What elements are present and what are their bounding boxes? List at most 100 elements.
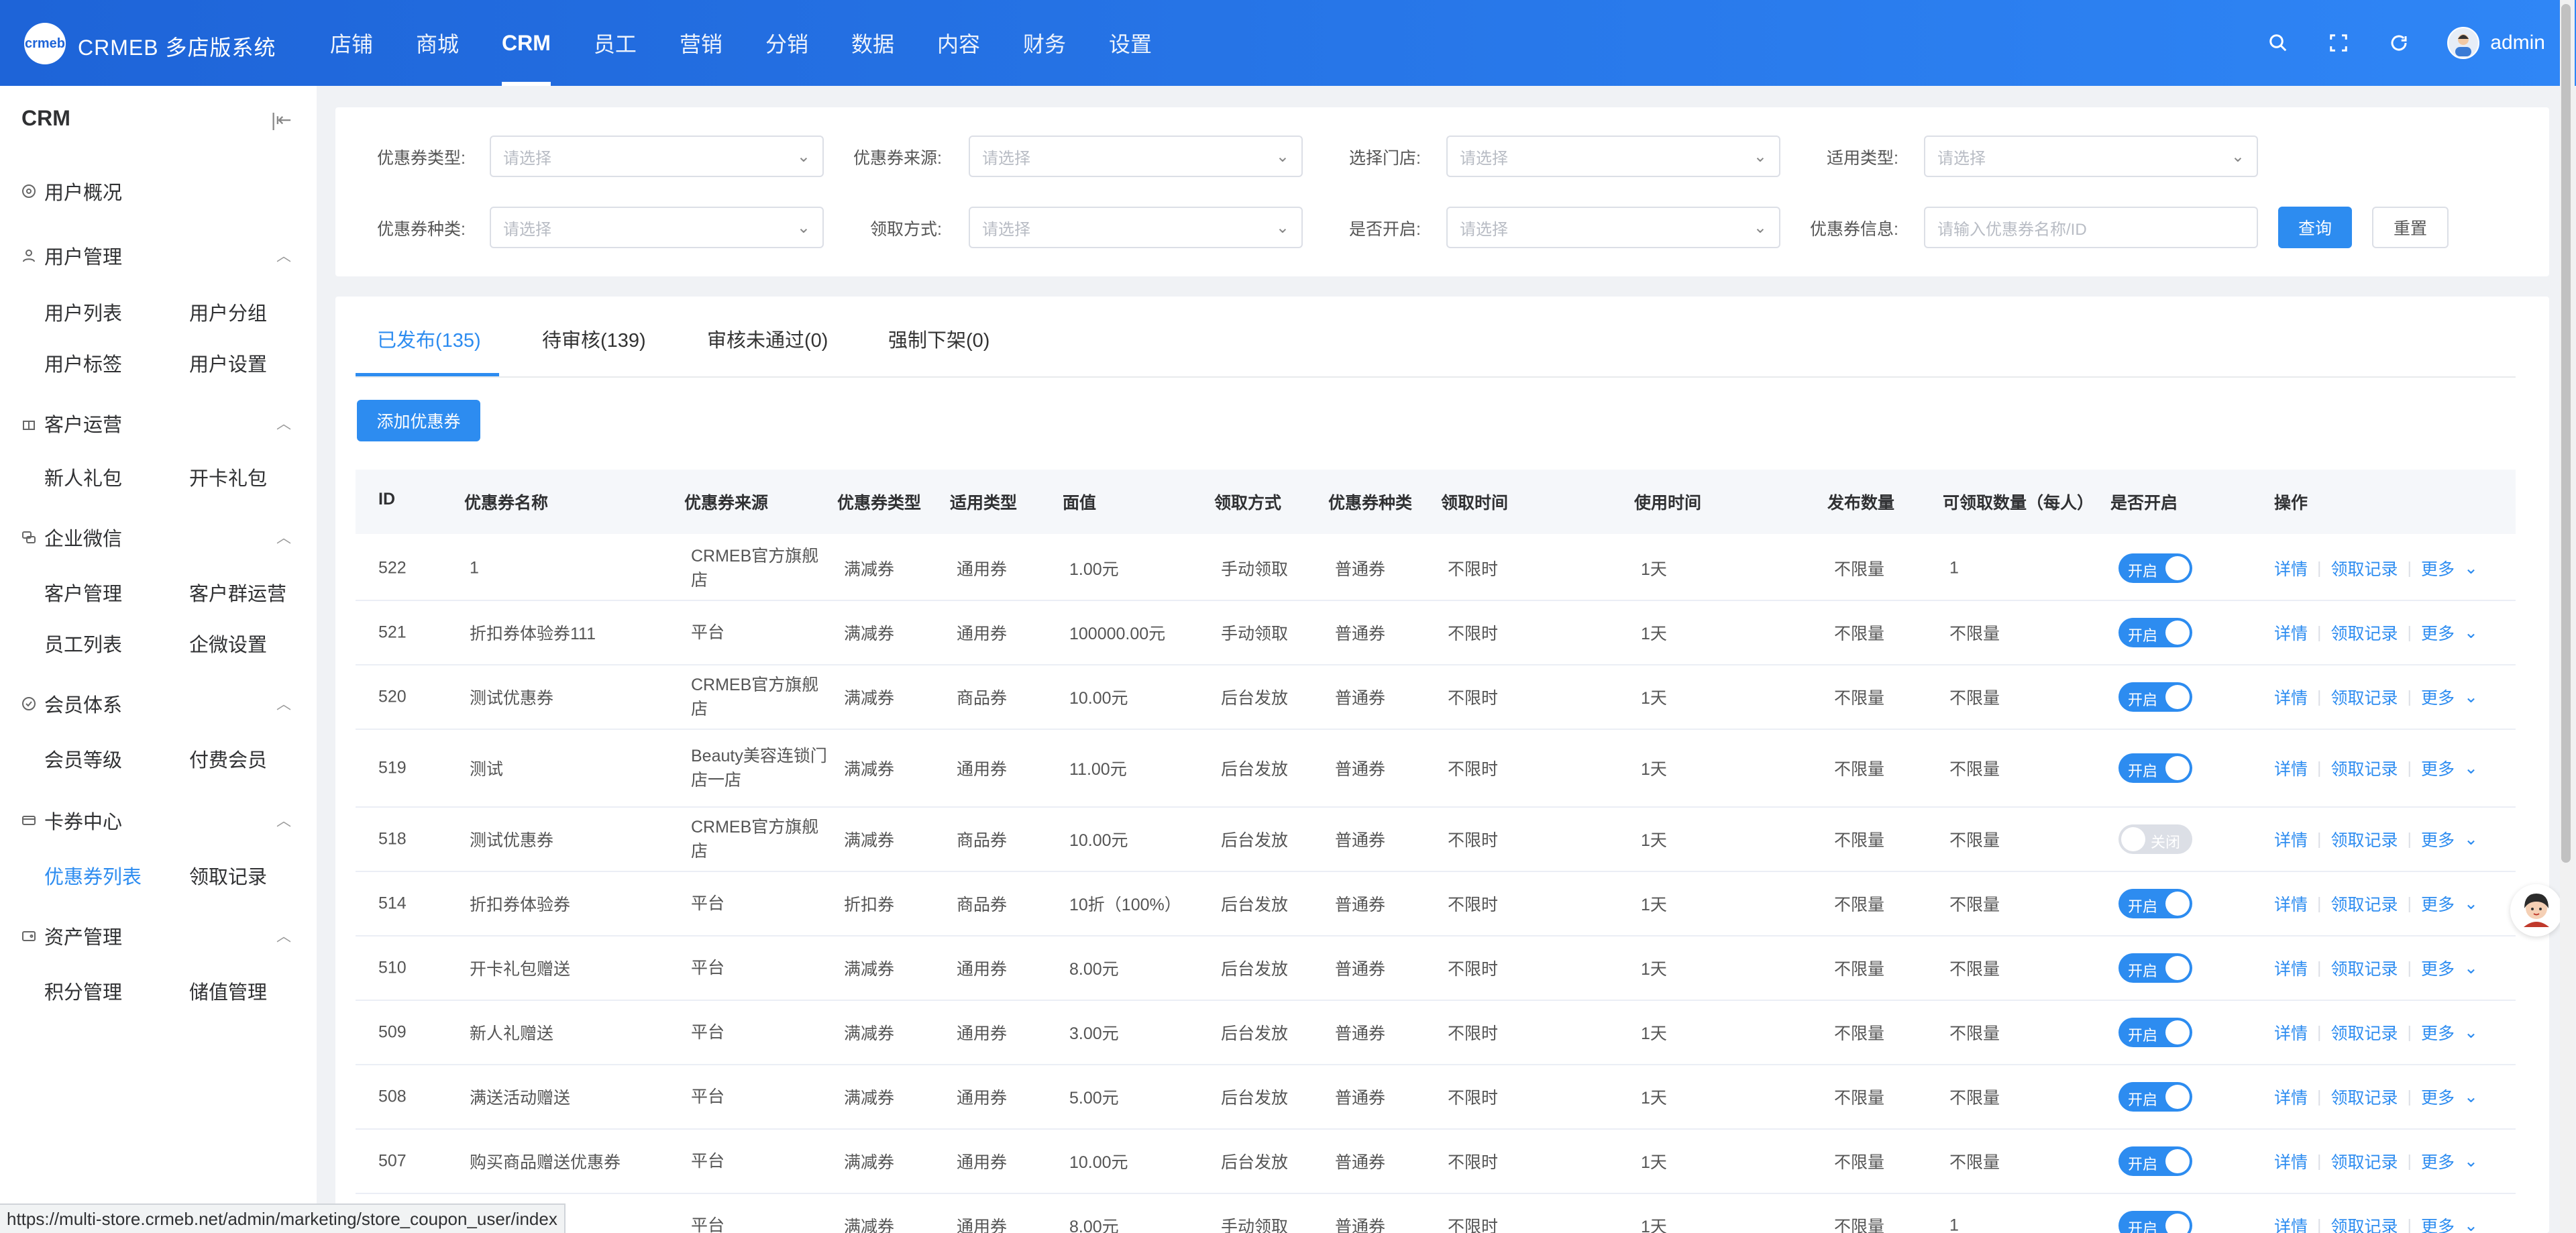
enabled-toggle[interactable]: 开启 xyxy=(2118,682,2192,712)
enabled-toggle[interactable]: 开启 xyxy=(2118,753,2192,783)
chevron-down-icon[interactable]: ⌄ xyxy=(2464,623,2478,643)
user-menu[interactable]: admin xyxy=(2447,27,2545,59)
receive-record-link[interactable]: 领取记录 xyxy=(2331,621,2398,645)
chevron-down-icon[interactable]: ⌄ xyxy=(2464,1087,2478,1107)
chevron-down-icon[interactable]: ⌄ xyxy=(2464,1216,2478,1233)
nav-settings[interactable]: 设置 xyxy=(1087,0,1173,86)
coupon-kind-select[interactable]: 请选择 ⌄ xyxy=(490,207,824,248)
sidebar-item-customer-mgmt[interactable]: 客户管理 xyxy=(44,578,122,606)
chevron-down-icon[interactable]: ⌄ xyxy=(2464,758,2478,778)
more-dropdown[interactable]: 更多 xyxy=(2421,1214,2455,1233)
nav-mall[interactable]: 商城 xyxy=(394,0,480,86)
chevron-down-icon[interactable]: ⌄ xyxy=(2464,894,2478,914)
nav-marketing[interactable]: 营销 xyxy=(658,0,744,86)
chevron-up-icon[interactable]: ︿ xyxy=(276,244,291,266)
more-dropdown[interactable]: 更多 xyxy=(2421,1149,2455,1173)
sidebar-item-new-gift[interactable]: 新人礼包 xyxy=(44,463,122,491)
nav-store[interactable]: 店铺 xyxy=(309,0,394,86)
receive-record-link[interactable]: 领取记录 xyxy=(2331,685,2398,709)
more-dropdown[interactable]: 更多 xyxy=(2421,1020,2455,1044)
receive-record-link[interactable]: 领取记录 xyxy=(2331,556,2398,580)
chevron-up-icon[interactable]: ︿ xyxy=(276,412,291,433)
more-dropdown[interactable]: 更多 xyxy=(2421,1085,2455,1109)
enabled-toggle[interactable]: 开启 xyxy=(2118,953,2192,983)
brand-logo[interactable]: crmeb xyxy=(24,23,66,64)
nav-data[interactable]: 数据 xyxy=(830,0,916,86)
sidebar-item-stored-value[interactable]: 储值管理 xyxy=(189,977,267,1005)
detail-link[interactable]: 详情 xyxy=(2274,685,2308,709)
receive-method-select[interactable]: 请选择 ⌄ xyxy=(969,207,1303,248)
more-dropdown[interactable]: 更多 xyxy=(2421,685,2455,709)
enabled-toggle[interactable]: 开启 xyxy=(2118,1082,2192,1112)
chevron-up-icon[interactable]: ︿ xyxy=(276,692,291,714)
receive-record-link[interactable]: 领取记录 xyxy=(2331,1085,2398,1109)
more-dropdown[interactable]: 更多 xyxy=(2421,827,2455,851)
coupon-source-select[interactable]: 请选择 ⌄ xyxy=(969,136,1303,177)
chevron-up-icon[interactable]: ︿ xyxy=(276,809,291,830)
nav-finance[interactable]: 财务 xyxy=(1002,0,1087,86)
sidebar-item-user-group[interactable]: 用户分组 xyxy=(189,298,267,326)
receive-record-link[interactable]: 领取记录 xyxy=(2331,1020,2398,1044)
detail-link[interactable]: 详情 xyxy=(2274,827,2308,851)
sidebar-item-user-settings[interactable]: 用户设置 xyxy=(189,349,267,377)
detail-link[interactable]: 详情 xyxy=(2274,956,2308,980)
nav-staff[interactable]: 员工 xyxy=(572,0,658,86)
page-scrollbar[interactable] xyxy=(2560,0,2575,1233)
detail-link[interactable]: 详情 xyxy=(2274,1020,2308,1044)
sidebar-item-user-list[interactable]: 用户列表 xyxy=(44,298,122,326)
enabled-toggle[interactable]: 开启 xyxy=(2118,1018,2192,1047)
more-dropdown[interactable]: 更多 xyxy=(2421,756,2455,780)
enabled-toggle[interactable]: 开启 xyxy=(2118,1146,2192,1176)
tab-rejected[interactable]: 审核未通过(0) xyxy=(707,325,828,353)
sidebar-item-member-level[interactable]: 会员等级 xyxy=(44,745,122,773)
sidebar-item-coupon-list[interactable]: 优惠券列表 xyxy=(44,861,142,890)
chevron-down-icon[interactable]: ⌄ xyxy=(2464,558,2478,578)
detail-link[interactable]: 详情 xyxy=(2274,1149,2308,1173)
enabled-toggle[interactable]: 开启 xyxy=(2118,553,2192,583)
chevron-up-icon[interactable]: ︿ xyxy=(276,526,291,547)
more-dropdown[interactable]: 更多 xyxy=(2421,892,2455,916)
receive-record-link[interactable]: 领取记录 xyxy=(2331,956,2398,980)
detail-link[interactable]: 详情 xyxy=(2274,756,2308,780)
sidebar-group-user-mgmt[interactable]: 用户管理 xyxy=(21,242,122,270)
receive-record-link[interactable]: 领取记录 xyxy=(2331,1214,2398,1233)
sidebar-item-staff-list[interactable]: 员工列表 xyxy=(44,629,122,657)
detail-link[interactable]: 详情 xyxy=(2274,1085,2308,1109)
sidebar-group-assets[interactable]: 资产管理 xyxy=(21,922,122,950)
enabled-toggle[interactable]: 开启 xyxy=(2118,618,2192,647)
coupon-info-input[interactable]: 请输入优惠券名称/ID xyxy=(1924,207,2258,248)
chevron-down-icon[interactable]: ⌄ xyxy=(2464,829,2478,849)
receive-record-link[interactable]: 领取记录 xyxy=(2331,1149,2398,1173)
sidebar-item-points[interactable]: 积分管理 xyxy=(44,977,122,1005)
reset-button[interactable]: 重置 xyxy=(2372,207,2449,248)
chevron-down-icon[interactable]: ⌄ xyxy=(2464,1022,2478,1042)
nav-content[interactable]: 内容 xyxy=(916,0,1002,86)
chevron-down-icon[interactable]: ⌄ xyxy=(2464,958,2478,978)
sidebar-group-card-center[interactable]: 卡券中心 xyxy=(21,806,122,835)
detail-link[interactable]: 详情 xyxy=(2274,892,2308,916)
detail-link[interactable]: 详情 xyxy=(2274,1214,2308,1233)
enabled-toggle[interactable]: 开启 xyxy=(2118,889,2192,918)
chevron-down-icon[interactable]: ⌄ xyxy=(2464,687,2478,707)
refresh-icon[interactable] xyxy=(2387,31,2411,55)
nav-distribution[interactable]: 分销 xyxy=(744,0,830,86)
tab-forced-off[interactable]: 强制下架(0) xyxy=(888,325,989,353)
query-button[interactable]: 查询 xyxy=(2278,207,2352,248)
fullscreen-icon[interactable] xyxy=(2326,31,2351,55)
scrollbar-thumb[interactable] xyxy=(2561,4,2571,863)
receive-record-link[interactable]: 领取记录 xyxy=(2331,756,2398,780)
chevron-up-icon[interactable]: ︿ xyxy=(276,924,291,946)
tab-pending[interactable]: 待审核(139) xyxy=(542,325,646,353)
apply-type-select[interactable]: 请选择 ⌄ xyxy=(1924,136,2258,177)
more-dropdown[interactable]: 更多 xyxy=(2421,556,2455,580)
sidebar-item-customer-group[interactable]: 客户群运营 xyxy=(189,578,286,606)
tab-published[interactable]: 已发布(135) xyxy=(377,325,481,353)
customer-service-avatar[interactable] xyxy=(2510,884,2563,936)
sidebar-item-paid-member[interactable]: 付费会员 xyxy=(189,745,267,773)
receive-record-link[interactable]: 领取记录 xyxy=(2331,827,2398,851)
coupon-type-select[interactable]: 请选择 ⌄ xyxy=(490,136,824,177)
collapse-icon[interactable]: |⇤ xyxy=(271,109,292,131)
add-coupon-button[interactable]: 添加优惠券 xyxy=(357,400,480,441)
chevron-down-icon[interactable]: ⌄ xyxy=(2464,1151,2478,1171)
sidebar-group-customer-ops[interactable]: 客户运营 xyxy=(21,409,122,437)
